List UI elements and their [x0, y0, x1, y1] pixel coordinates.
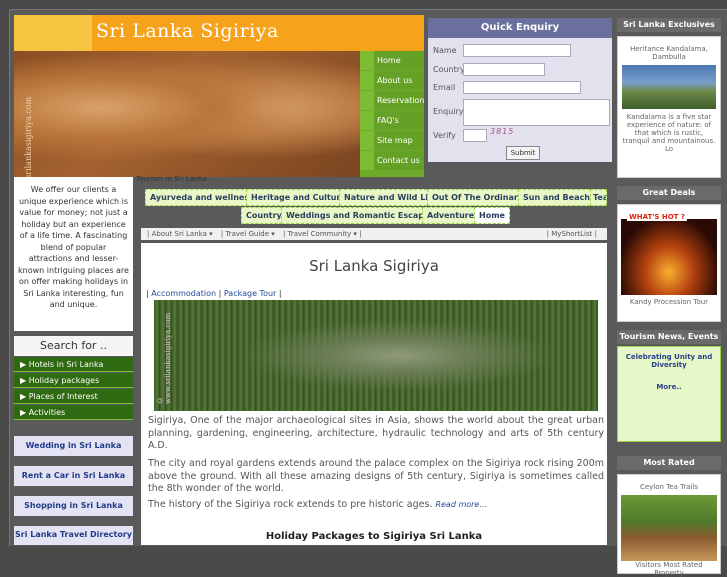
tab-tea-country[interactable]: Country	[241, 207, 287, 224]
tab-tea-country-label: Country	[246, 211, 282, 220]
menu-item-sitemap[interactable]: Site map	[360, 131, 424, 150]
intro-text: We offer our clients a unique experience…	[14, 177, 133, 331]
about-label: About Sri Lanka	[151, 230, 207, 238]
guide-label: Travel Guide	[225, 230, 270, 238]
hero-fresco-image: © www.srilankasigiriya.com	[14, 51, 360, 201]
travel-community-dropdown[interactable]: | Travel Community ▾ |	[283, 230, 361, 238]
history-text: The history of the Sigiriya rock extends…	[148, 499, 433, 510]
rated-box: Ceylon Tea Trails Visitors Most Rated Pr…	[617, 474, 721, 577]
logo-bar: Sri Lanka Sigiriya	[14, 15, 424, 51]
verify-input[interactable]	[463, 129, 487, 142]
city-paragraph: The city and royal gardens extends aroun…	[148, 458, 604, 494]
exclusives-box: Heritance Kandalama, Dambulla Kandalama …	[617, 36, 721, 178]
rated-title: Most Rated	[617, 456, 721, 470]
history-paragraph: The history of the Sigiriya rock extends…	[148, 499, 604, 512]
rent-car-box[interactable]: Rent a Car in Sri Lanka	[14, 466, 133, 486]
accommodation-link[interactable]: Accommodation	[151, 289, 216, 298]
site-header: Sri Lanka Sigiriya © www.srilankasigiriy…	[14, 15, 424, 201]
search-item-activities[interactable]: ▶ Activities	[14, 405, 133, 420]
package-tour-link[interactable]: Package Tour	[224, 289, 276, 298]
packages-heading: Holiday Packages to Sigiriya Sri Lanka	[265, 531, 483, 542]
shortlist-link[interactable]: | MyShortList |	[547, 228, 597, 240]
rated-caption: Visitors Most Rated Property	[635, 561, 703, 577]
top-menu: Home About us Reservation FAQ's Site map…	[360, 51, 424, 177]
news-title: Tourism News, Events	[617, 330, 721, 344]
tab-tea-label: Tea	[593, 193, 607, 202]
tab-tea-start[interactable]: Tea	[590, 189, 607, 206]
page-title: Sri Lanka Sigiriya	[309, 257, 439, 275]
rated-heading[interactable]: Ceylon Tea Trails	[621, 483, 717, 491]
breadcrumb[interactable]: Tourism in Sri Lanka	[136, 175, 207, 183]
news-headline[interactable]: Celebrating Unity and Diversity	[621, 353, 717, 369]
search-item-hotels[interactable]: ▶ Hotels in Sri Lanka	[14, 357, 133, 372]
name-input[interactable]	[463, 44, 571, 57]
right-column: Sri Lanka Exclusives Heritance Kandalama…	[617, 18, 721, 577]
tab-weddings[interactable]: Weddings and Romantic Escapes	[281, 207, 440, 224]
about-sri-lanka-dropdown[interactable]: | About Sri Lanka ▾	[147, 230, 213, 238]
deals-title: Great Deals	[617, 186, 721, 200]
menu-item-home[interactable]: Home	[360, 51, 424, 70]
read-more-link[interactable]: Read more…	[435, 500, 487, 509]
sub-navigation: | About Sri Lanka ▾ | Travel Guide ▾ | T…	[141, 228, 607, 240]
enquiry-label: Enquiry	[433, 107, 464, 116]
submit-button[interactable]: Submit	[506, 146, 540, 160]
menu-item-reservation[interactable]: Reservation	[360, 91, 424, 110]
search-item-packages[interactable]: ▶ Holiday packages	[14, 373, 133, 388]
site-title[interactable]: Sri Lanka Sigiriya	[96, 20, 279, 42]
exclusives-title: Sri Lanka Exclusives	[617, 18, 721, 32]
deals-caption[interactable]: Kandy Procession Tour	[620, 298, 718, 306]
tab-sun-beach[interactable]: Sun and Beach	[518, 189, 595, 206]
country-input[interactable]	[463, 63, 545, 76]
search-item-activities-label: Activities	[28, 408, 66, 417]
quick-enquiry-title: Quick Enquiry	[428, 18, 612, 38]
community-label: Travel Community	[287, 230, 352, 238]
kandalama-image[interactable]	[622, 65, 716, 109]
search-item-packages-label: Holiday packages	[28, 376, 100, 385]
search-title: Search for ..	[14, 336, 133, 356]
shopping-box[interactable]: Shopping in Sri Lanka	[14, 496, 133, 516]
news-box: Celebrating Unity and Diversity More..	[617, 346, 721, 442]
country-label: Country	[433, 65, 465, 74]
tab-ordinary[interactable]: Out Of The Ordinary	[427, 189, 529, 206]
content-links: | Accommodation | Package Tour |	[146, 289, 282, 298]
sigiriya-gardens-image: © www.srilankasigiriya.com	[154, 300, 598, 411]
logo-accent	[14, 15, 92, 51]
search-item-places-label: Places of Interest	[28, 392, 98, 401]
wedding-box[interactable]: Wedding in Sri Lanka	[14, 436, 133, 456]
menu-item-about[interactable]: About us	[360, 71, 424, 90]
travel-guide-dropdown[interactable]: | Travel Guide ▾	[221, 230, 275, 238]
exclusives-heading[interactable]: Heritance Kandalama, Dambulla	[621, 45, 717, 61]
tab-home[interactable]: Home	[474, 207, 510, 224]
quick-enquiry-form: Quick Enquiry Name Country Email Enquiry…	[428, 18, 612, 162]
intro-paragraph: Sigiriya, One of the major archaeologica…	[148, 415, 604, 451]
verify-label: Verify	[433, 131, 456, 140]
menu-item-faq[interactable]: FAQ's	[360, 111, 424, 130]
news-more-link[interactable]: More..	[621, 383, 717, 391]
menu-item-contact[interactable]: Contact us	[360, 151, 424, 170]
name-label: Name	[433, 46, 457, 55]
travel-directory-box[interactable]: Sri Lanka Travel Directory	[14, 526, 133, 545]
search-item-places[interactable]: ▶ Places of Interest	[14, 389, 133, 404]
whats-hot-badge: WHAT'S HOT ?	[627, 213, 687, 221]
kandy-procession-image[interactable]: WHAT'S HOT ?	[621, 213, 717, 295]
email-input[interactable]	[463, 81, 581, 94]
captcha-image: 3815	[490, 127, 515, 136]
email-label: Email	[433, 83, 456, 92]
enquiry-textarea[interactable]	[463, 99, 610, 126]
shortlist-label: MyShortList	[551, 230, 593, 238]
photo-copyright: © www.srilankasigiriya.com	[156, 312, 172, 404]
tab-adventure[interactable]: Adventure	[422, 207, 480, 224]
deals-box: WHAT'S HOT ? Kandy Procession Tour	[617, 204, 721, 322]
tab-heritage[interactable]: Heritage and Culture	[246, 189, 351, 206]
tea-trails-image[interactable]	[621, 495, 717, 561]
main-content: Sri Lanka Sigiriya | Accommodation | Pac…	[141, 243, 607, 545]
exclusives-text: Kandalama is a five star experience of n…	[622, 113, 716, 153]
category-tabs: Ayurveda and wellness Heritage and Cultu…	[141, 187, 607, 225]
tab-ayurveda[interactable]: Ayurveda and wellness	[145, 189, 259, 206]
search-item-hotels-label: Hotels in Sri Lanka	[28, 360, 104, 369]
